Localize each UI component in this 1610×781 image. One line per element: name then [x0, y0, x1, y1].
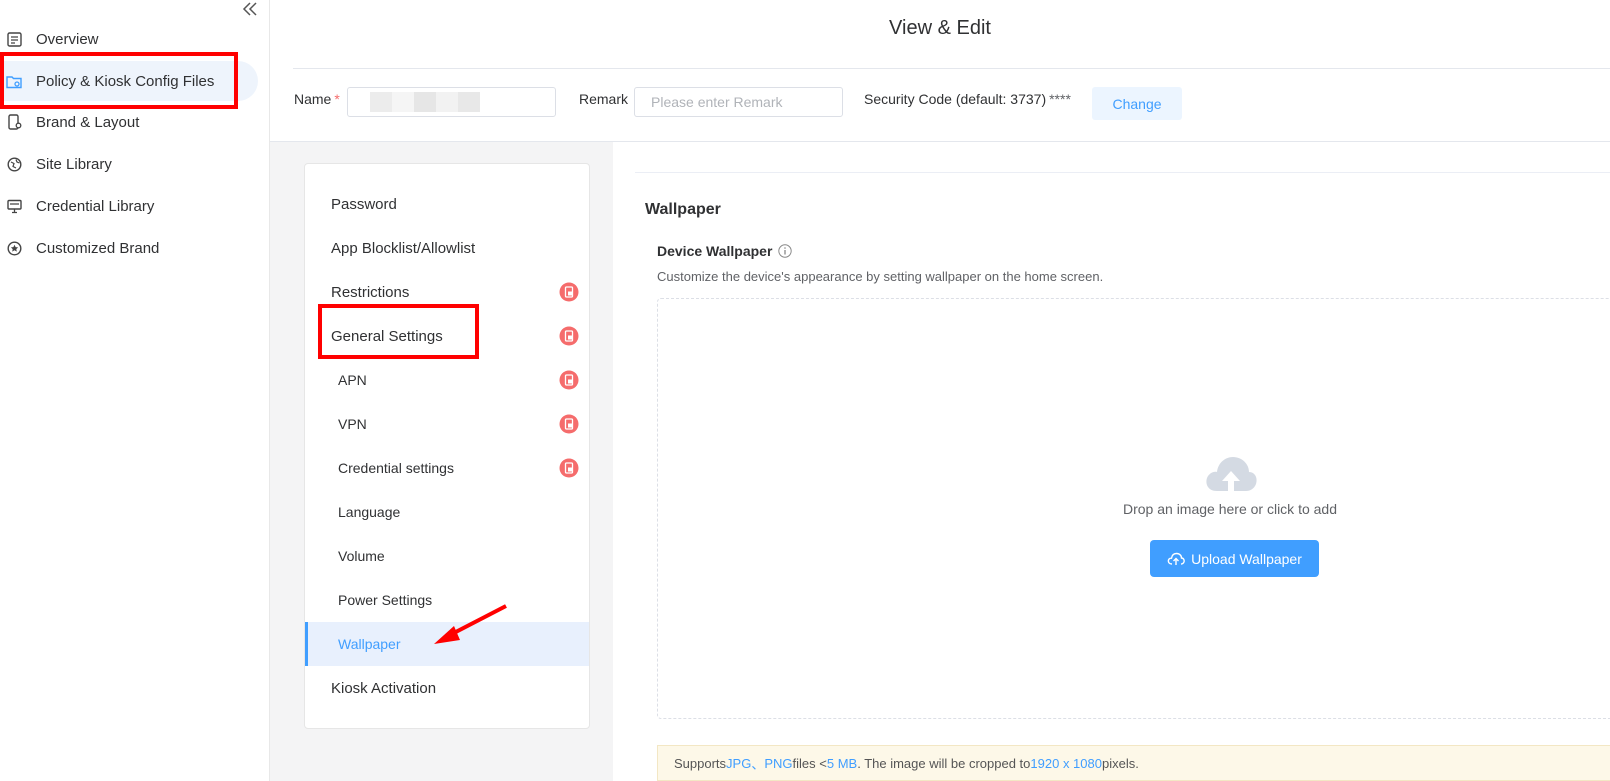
sidebar: Overview Policy & Kiosk Config Files Bra…	[0, 0, 270, 781]
sidebar-item-label: Policy & Kiosk Config Files	[36, 72, 215, 90]
sidebar-item-policy-kiosk-config[interactable]: Policy & Kiosk Config Files	[0, 61, 258, 101]
section-title: Wallpaper	[645, 201, 721, 218]
menu-item-power-settings[interactable]: Power Settings	[305, 578, 589, 622]
app-window: Overview Policy & Kiosk Config Files Bra…	[0, 0, 1610, 781]
redacted-block	[392, 92, 414, 112]
sidebar-item-site-library[interactable]: Site Library	[0, 144, 258, 184]
lock-badge-icon	[559, 370, 579, 390]
document-icon	[6, 31, 22, 47]
menu-item-apn[interactable]: APN	[305, 358, 589, 402]
menu-item-label: VPN	[338, 416, 367, 432]
sidebar-item-customized-brand[interactable]: Customized Brand	[0, 228, 258, 268]
security-code-text: Security Code (default: 3737)	[864, 91, 1047, 107]
subsection-title-text: Device Wallpaper	[657, 243, 773, 259]
required-mark: *	[334, 91, 340, 107]
dropzone-text: Drop an image here or click to add	[1123, 501, 1337, 517]
upload-button-label: Upload Wallpaper	[1191, 550, 1302, 567]
sidebar-item-label: Overview	[36, 30, 99, 48]
subsection-description: Customize the device's appearance by set…	[657, 269, 1104, 284]
lock-badge-icon	[559, 326, 579, 346]
menu-item-restrictions[interactable]: Restrictions	[305, 270, 589, 314]
notice-size-limit: 5 MB	[826, 755, 858, 771]
sidebar-item-label: Credential Library	[36, 197, 155, 215]
menu-item-label: General Settings	[331, 327, 443, 345]
menu-item-label: Restrictions	[331, 283, 410, 301]
sidebar-item-label: Site Library	[36, 155, 112, 173]
cloud-upload-icon	[1167, 552, 1185, 565]
subsection-title: Device Wallpaper	[657, 243, 793, 259]
menu-item-label: Power Settings	[338, 592, 433, 608]
monitor-icon	[6, 198, 22, 214]
menu-item-label: Password	[331, 195, 397, 213]
name-input[interactable]	[347, 87, 556, 117]
cloud-upload-icon	[1206, 457, 1257, 491]
menu-item-label: Language	[338, 504, 401, 520]
redacted-block	[436, 92, 458, 112]
page-title: View & Edit	[889, 17, 991, 39]
device-gear-icon	[6, 114, 22, 130]
menu-item-app-blocklist[interactable]: App Blocklist/Allowlist	[305, 226, 589, 270]
notice-text: pixels.	[1101, 755, 1139, 771]
menu-item-label: Volume	[338, 548, 385, 564]
menu-item-general-settings[interactable]: General Settings	[305, 314, 589, 358]
menu-item-label: Kiosk Activation	[331, 679, 437, 697]
menu-item-password[interactable]: Password	[305, 182, 589, 226]
sidebar-item-label: Customized Brand	[36, 239, 160, 257]
sidebar-item-brand-layout[interactable]: Brand & Layout	[0, 102, 258, 142]
menu-item-vpn[interactable]: VPN	[305, 402, 589, 446]
lock-badge-icon	[559, 282, 579, 302]
menu-item-credential-settings[interactable]: Credential settings	[305, 446, 589, 490]
remark-input[interactable]	[634, 87, 843, 117]
menu-item-language[interactable]: Language	[305, 490, 589, 534]
menu-item-label: Wallpaper	[338, 636, 401, 652]
name-label-text: Name	[294, 91, 332, 107]
notice-format: PNG	[764, 755, 793, 771]
upload-wallpaper-button[interactable]: Upload Wallpaper	[1150, 540, 1319, 577]
notice-text: files <	[792, 755, 827, 771]
menu-item-kiosk-activation[interactable]: Kiosk Activation	[305, 666, 589, 710]
panel-divider	[635, 172, 1610, 173]
notice-text: . The image will be cropped to	[857, 755, 1031, 771]
folder-gear-icon	[6, 73, 22, 89]
remark-label: Remark	[579, 91, 629, 107]
collapse-sidebar-button[interactable]	[240, 0, 260, 18]
file-requirements-notice: Supports JPG 、 PNG files < 5 MB . The im…	[657, 745, 1610, 781]
sidebar-item-label: Brand & Layout	[36, 113, 140, 131]
globe-icon	[6, 156, 22, 172]
double-chevron-left-icon	[242, 2, 257, 16]
menu-item-volume[interactable]: Volume	[305, 534, 589, 578]
wallpaper-panel: Wallpaper Device Wallpaper Customize the…	[613, 142, 1610, 781]
notice-text: Supports	[674, 755, 727, 771]
menu-item-label: APN	[338, 372, 367, 388]
info-icon[interactable]	[778, 244, 793, 258]
menu-item-wallpaper[interactable]: Wallpaper	[305, 622, 589, 666]
lock-badge-icon	[559, 458, 579, 478]
lock-badge-icon	[559, 414, 579, 434]
menu-item-label: App Blocklist/Allowlist	[331, 239, 476, 257]
redacted-block	[370, 92, 392, 112]
notice-format: JPG	[726, 755, 752, 771]
menu-item-label: Credential settings	[338, 460, 454, 476]
notice-separator: 、	[751, 756, 765, 772]
header-divider	[293, 68, 1610, 69]
sidebar-item-overview[interactable]: Overview	[0, 19, 258, 59]
security-code-mask: ****	[1049, 91, 1071, 107]
security-code-label: Security Code (default: 3737) ****	[864, 91, 1071, 107]
name-label: Name *	[294, 91, 340, 107]
change-security-code-button[interactable]: Change	[1092, 87, 1182, 120]
redacted-block	[458, 92, 480, 112]
settings-menu: Password App Blocklist/Allowlist Restric…	[304, 163, 590, 729]
sidebar-item-credential-library[interactable]: Credential Library	[0, 186, 258, 226]
redacted-block	[414, 92, 436, 112]
star-circle-icon	[6, 240, 22, 256]
notice-resolution: 1920 x 1080	[1030, 755, 1102, 771]
